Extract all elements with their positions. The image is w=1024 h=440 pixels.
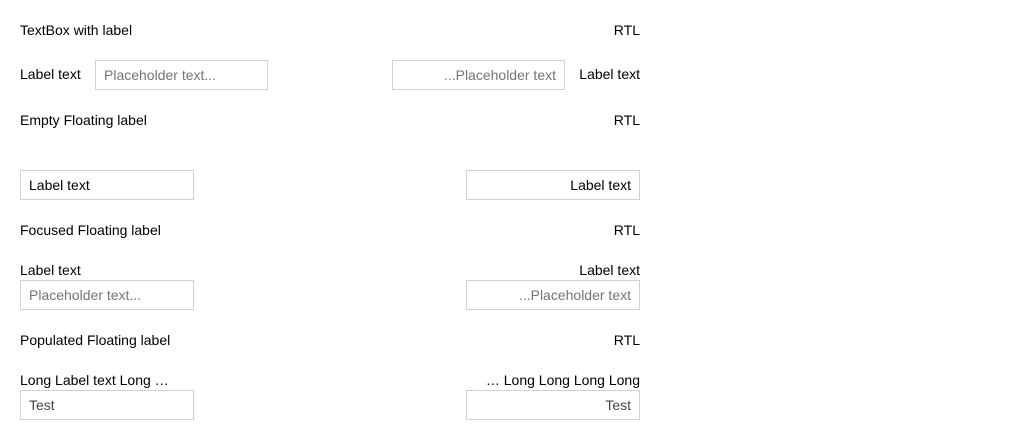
- floating-label-rtl: Label text: [570, 177, 631, 193]
- focused-floating-label: Label text: [20, 262, 81, 278]
- populated-floating-input-rtl[interactable]: Test: [466, 390, 640, 420]
- empty-floating-label-field-rtl[interactable]: Label text: [466, 170, 640, 200]
- focused-floating-label-rtl: Label text: [579, 262, 640, 278]
- focused-floating-input[interactable]: [20, 280, 194, 310]
- textbox-label: Label text: [20, 66, 81, 82]
- input-value-rtl: Test: [605, 397, 631, 413]
- section-rtl-title: RTL: [613, 112, 640, 128]
- section-title-focused-floating-label: Focused Floating label: [20, 222, 161, 238]
- focused-floating-input-rtl[interactable]: [466, 280, 640, 310]
- input-value: Test: [29, 397, 55, 413]
- section-rtl-title: RTL: [613, 332, 640, 348]
- populated-floating-label-rtl: … Long Long Long Long: [485, 372, 640, 388]
- textbox-label-rtl: Label text: [579, 66, 640, 82]
- textbox-input[interactable]: [95, 60, 268, 90]
- textbox-input-rtl[interactable]: [392, 60, 565, 90]
- populated-floating-label: Long Label text Long …: [20, 372, 169, 388]
- section-title-empty-floating-label: Empty Floating label: [20, 112, 147, 128]
- section-rtl-title: RTL: [613, 22, 640, 38]
- section-title-populated-floating-label: Populated Floating label: [20, 332, 171, 348]
- populated-floating-input[interactable]: Test: [20, 390, 194, 420]
- empty-floating-label-field[interactable]: Label text: [20, 170, 194, 200]
- section-title-textbox-with-label: TextBox with label: [20, 22, 133, 38]
- floating-label: Label text: [29, 177, 90, 193]
- section-rtl-title: RTL: [613, 222, 640, 238]
